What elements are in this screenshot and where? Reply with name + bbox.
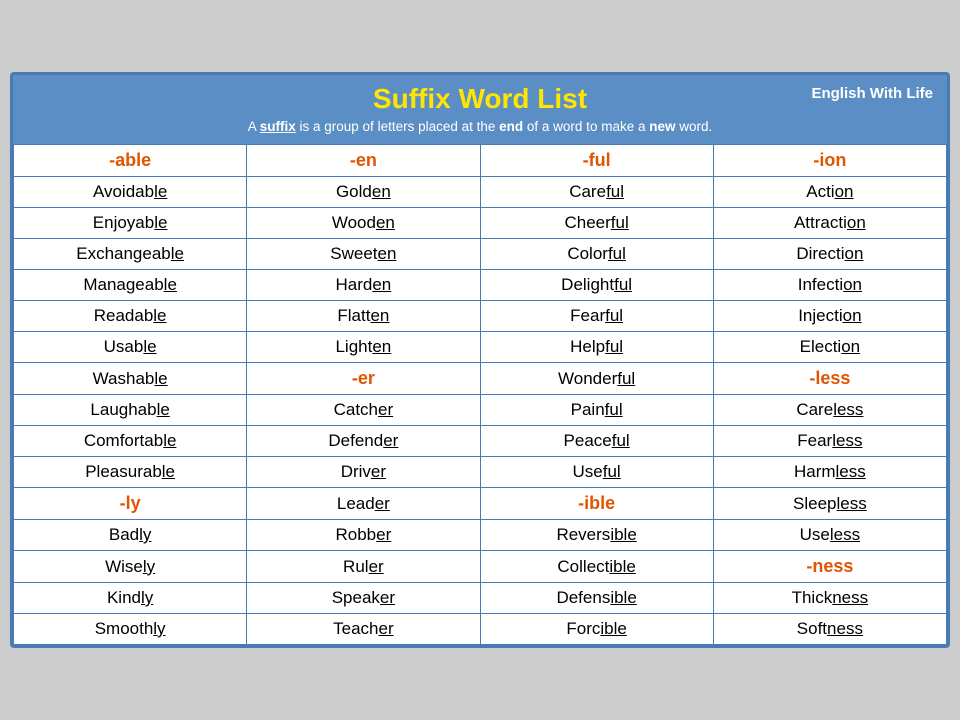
table-cell: Smoothly xyxy=(14,614,247,645)
table-cell: Driver xyxy=(247,457,480,488)
column-header: -ful xyxy=(480,145,713,177)
brand-label: English With Life xyxy=(811,85,933,102)
table-row: KindlySpeakerDefensibleThickness xyxy=(14,583,947,614)
table-cell: Wonderful xyxy=(480,363,713,395)
table-cell: -ible xyxy=(480,488,713,520)
table-cell: Badly xyxy=(14,520,247,551)
table-row: Washable-erWonderful-less xyxy=(14,363,947,395)
table-cell: Exchangeable xyxy=(14,239,247,270)
table-cell: Peaceful xyxy=(480,426,713,457)
table-cell: -ness xyxy=(713,551,946,583)
table-cell: Attraction xyxy=(713,208,946,239)
column-header-row: -able-en-ful-ion xyxy=(14,145,947,177)
table-row: ExchangeableSweetenColorfulDirection xyxy=(14,239,947,270)
table-row: ManageableHardenDelightfulInfection xyxy=(14,270,947,301)
table-row: BadlyRobberReversibleUseless xyxy=(14,520,947,551)
table-row: PleasurableDriverUsefulHarmless xyxy=(14,457,947,488)
table-cell: Leader xyxy=(247,488,480,520)
table-cell: Readable xyxy=(14,301,247,332)
table-cell: Harden xyxy=(247,270,480,301)
column-header: -ion xyxy=(713,145,946,177)
table-row: ReadableFlattenFearfulInjection xyxy=(14,301,947,332)
main-container: Suffix Word List A suffix is a group of … xyxy=(10,72,950,648)
subtitle: A suffix is a group of letters placed at… xyxy=(25,119,935,134)
column-header: -en xyxy=(247,145,480,177)
table-cell: Wooden xyxy=(247,208,480,239)
suffix-highlight: suffix xyxy=(260,119,296,134)
table-cell: Enjoyable xyxy=(14,208,247,239)
table-row: SmoothlyTeacherForcibleSoftness xyxy=(14,614,947,645)
table-cell: Manageable xyxy=(14,270,247,301)
table-cell: Ruler xyxy=(247,551,480,583)
table-cell: Pleasurable xyxy=(14,457,247,488)
column-header: -able xyxy=(14,145,247,177)
header: Suffix Word List A suffix is a group of … xyxy=(13,75,947,144)
table-cell: Fearful xyxy=(480,301,713,332)
table-row: AvoidableGoldenCarefulAction xyxy=(14,177,947,208)
table-cell: Defensible xyxy=(480,583,713,614)
table-cell: Useless xyxy=(713,520,946,551)
table-cell: Washable xyxy=(14,363,247,395)
table-cell: Harmless xyxy=(713,457,946,488)
table-cell: -er xyxy=(247,363,480,395)
table-cell: Teacher xyxy=(247,614,480,645)
table-row: LaughableCatcherPainfulCareless xyxy=(14,395,947,426)
table-cell: Softness xyxy=(713,614,946,645)
table-cell: Helpful xyxy=(480,332,713,363)
table-cell: Wisely xyxy=(14,551,247,583)
table-cell: Infection xyxy=(713,270,946,301)
table-cell: Forcible xyxy=(480,614,713,645)
word-table: -able-en-ful-ion AvoidableGoldenCarefulA… xyxy=(13,144,947,645)
table-cell: Sweeten xyxy=(247,239,480,270)
table-cell: Avoidable xyxy=(14,177,247,208)
table-cell: Thickness xyxy=(713,583,946,614)
table-cell: Lighten xyxy=(247,332,480,363)
table-cell: Careless xyxy=(713,395,946,426)
new-highlight: new xyxy=(649,119,675,134)
table-cell: Sleepless xyxy=(713,488,946,520)
table-cell: -less xyxy=(713,363,946,395)
table-cell: Useful xyxy=(480,457,713,488)
table-row: EnjoyableWoodenCheerfulAttraction xyxy=(14,208,947,239)
table-cell: Careful xyxy=(480,177,713,208)
table-cell: Collectible xyxy=(480,551,713,583)
table-cell: Painful xyxy=(480,395,713,426)
table-cell: Catcher xyxy=(247,395,480,426)
page-title: Suffix Word List xyxy=(25,83,935,115)
table-cell: Colorful xyxy=(480,239,713,270)
table-cell: Defender xyxy=(247,426,480,457)
table-row: UsableLightenHelpfulElection xyxy=(14,332,947,363)
table-cell: Action xyxy=(713,177,946,208)
table-row: ComfortableDefenderPeacefulFearless xyxy=(14,426,947,457)
table-cell: Kindly xyxy=(14,583,247,614)
table-cell: Fearless xyxy=(713,426,946,457)
table-row: WiselyRulerCollectible-ness xyxy=(14,551,947,583)
end-highlight: end xyxy=(499,119,523,134)
table-cell: Election xyxy=(713,332,946,363)
table-cell: Speaker xyxy=(247,583,480,614)
table-cell: -ly xyxy=(14,488,247,520)
table-row: -lyLeader-ibleSleepless xyxy=(14,488,947,520)
table-cell: Laughable xyxy=(14,395,247,426)
table-cell: Reversible xyxy=(480,520,713,551)
table-cell: Injection xyxy=(713,301,946,332)
table-cell: Delightful xyxy=(480,270,713,301)
table-cell: Cheerful xyxy=(480,208,713,239)
table-cell: Usable xyxy=(14,332,247,363)
table-cell: Robber xyxy=(247,520,480,551)
table-cell: Comfortable xyxy=(14,426,247,457)
table-cell: Golden xyxy=(247,177,480,208)
table-cell: Direction xyxy=(713,239,946,270)
table-cell: Flatten xyxy=(247,301,480,332)
